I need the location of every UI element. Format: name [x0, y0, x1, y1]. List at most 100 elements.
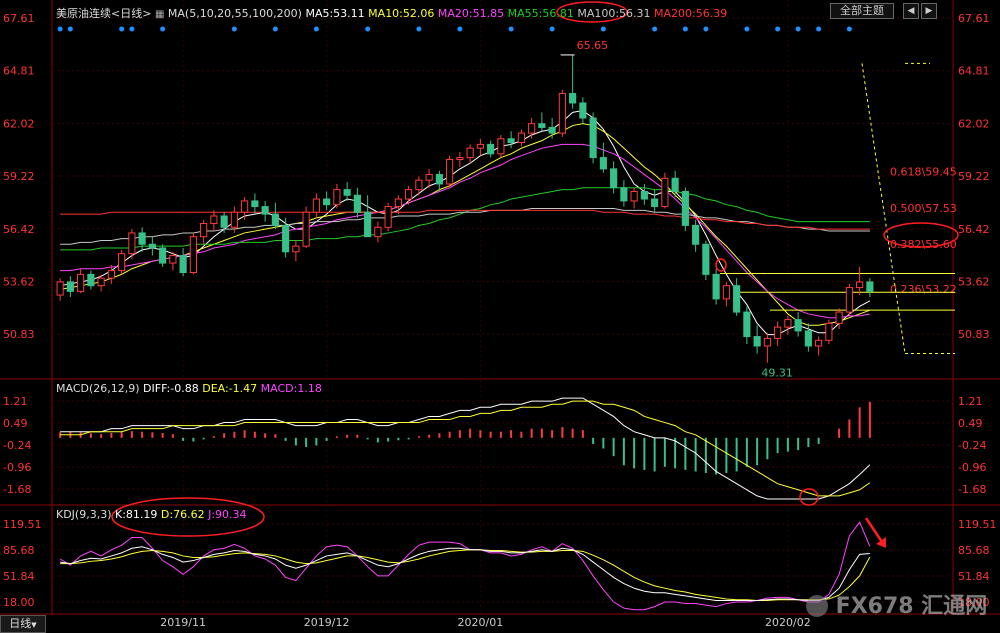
instrument-name: 美原油连续	[56, 7, 111, 20]
macd-tick-right: 0.49	[958, 417, 983, 430]
candle-body	[271, 213, 279, 226]
candle-body	[189, 236, 197, 274]
candle-body	[446, 158, 454, 185]
watermark-text: FX678 汇通网	[835, 594, 988, 619]
candle-body	[323, 198, 331, 206]
candle-body	[456, 157, 464, 160]
signal-dot	[549, 26, 555, 32]
candle-body	[774, 326, 782, 339]
candle-body	[179, 255, 187, 274]
x-tick-label: 2020/01	[458, 616, 504, 629]
candle-body	[661, 177, 669, 208]
signal-dot	[682, 26, 688, 32]
candle-body	[241, 200, 249, 213]
candle-body	[866, 281, 874, 292]
kdj-tick-right: 85.68	[958, 544, 990, 557]
candle-body	[56, 281, 64, 296]
macd-tick-right: -0.96	[958, 461, 986, 474]
candle-body	[292, 245, 300, 253]
candle-body	[230, 211, 238, 228]
x-tick-label: 2019/11	[160, 616, 206, 629]
candle-body	[169, 255, 177, 264]
candle-body	[835, 311, 843, 324]
candle-body	[353, 194, 361, 213]
price-tick-left: 53.62	[3, 276, 35, 289]
ma-legend-icon: ▦	[154, 9, 165, 20]
candle-body	[435, 174, 443, 185]
candle-body	[261, 206, 269, 215]
period-tab-label: 日线	[9, 617, 32, 630]
candle-body	[159, 247, 167, 264]
arrow-left-icon: ◀	[907, 6, 915, 16]
candle-body	[251, 200, 259, 208]
ma20-value: MA20:51.85	[437, 7, 505, 20]
ma10-value: MA10:52.06	[368, 7, 435, 20]
period-tab-daily[interactable]: 日线▼	[0, 615, 46, 633]
dea-value: DEA:-1.47	[202, 382, 258, 395]
signal-dot	[67, 26, 73, 32]
macd-tick-right: -1.68	[958, 483, 986, 496]
price-tick-left: 56.42	[3, 223, 35, 236]
candle-body	[333, 189, 341, 206]
price-tick-right: 59.22	[958, 170, 990, 183]
nav-next-button[interactable]: ▶	[921, 3, 937, 19]
kdj-header: KDJ(9,3,3) K:81.19 D:76.62 J:90.34	[56, 508, 247, 521]
price-tick-right: 56.42	[958, 223, 990, 236]
signal-dot	[119, 26, 125, 32]
candle-body	[415, 179, 423, 191]
candle-body	[610, 168, 618, 189]
signal-dot	[231, 26, 237, 32]
candle-body	[722, 285, 730, 300]
candle-body	[384, 206, 392, 228]
watermark-logo-icon	[806, 595, 828, 617]
theme-button-label: 全部主题	[840, 4, 884, 17]
candle-body	[589, 117, 597, 159]
macd-tick-right: -0.24	[958, 439, 986, 452]
macd-value: MACD:1.18	[260, 382, 322, 395]
macd-tick-left: -0.24	[3, 439, 31, 452]
low-price-label: 49.31	[761, 367, 793, 380]
signal-dot	[272, 26, 278, 32]
price-tick-left: 50.83	[3, 328, 35, 341]
macd-tick-right: 1.21	[958, 395, 983, 408]
chart-canvas: 0.618\59.450.500\57.530.382\55.600.236\5…	[0, 0, 1000, 632]
arrow-right-icon: ▶	[925, 6, 933, 16]
kdj-tick-left: 51.84	[3, 570, 35, 583]
candle-body	[743, 311, 751, 338]
ma100-value: MA100:56.31	[577, 7, 651, 20]
candle-body	[364, 211, 372, 238]
candle-body	[66, 281, 74, 292]
theme-button[interactable]: 全部主题	[830, 3, 894, 19]
x-tick-label: 2019/12	[304, 616, 350, 629]
candle-body	[118, 253, 126, 272]
k-value: K:81.19	[115, 508, 158, 521]
candle-body	[558, 93, 566, 134]
candle-body	[815, 339, 823, 347]
price-tick-right: 50.83	[958, 328, 990, 341]
dif-value: DIFF:-0.88	[143, 382, 199, 395]
macd-header: MACD(26,12,9) DIFF:-0.88 DEA:-1.47 MACD:…	[56, 382, 322, 395]
candle-body	[804, 330, 812, 347]
candle-body	[845, 287, 853, 313]
price-tick-right: 53.62	[958, 276, 990, 289]
candle-body	[620, 187, 628, 202]
candle-body	[97, 277, 105, 287]
signal-dot	[129, 26, 135, 32]
price-tick-right: 64.81	[958, 65, 990, 78]
candle-body	[784, 319, 792, 328]
macd-tick-left: 1.21	[3, 395, 28, 408]
candle-body	[343, 189, 351, 196]
signal-dot	[652, 26, 658, 32]
candle-body	[794, 319, 802, 332]
ma55-value: MA55:56.81	[507, 7, 574, 20]
candle-body	[466, 147, 474, 159]
kdj-label: KDJ(9,3,3)	[56, 508, 112, 521]
signal-dot	[160, 26, 166, 32]
candle-body	[77, 273, 85, 292]
candle-body	[599, 157, 607, 170]
candle-body	[569, 93, 577, 104]
signal-dot	[457, 26, 463, 32]
price-tick-right: 62.02	[958, 117, 990, 130]
price-tick-left: 67.61	[3, 12, 35, 25]
nav-prev-button[interactable]: ◀	[903, 3, 919, 19]
